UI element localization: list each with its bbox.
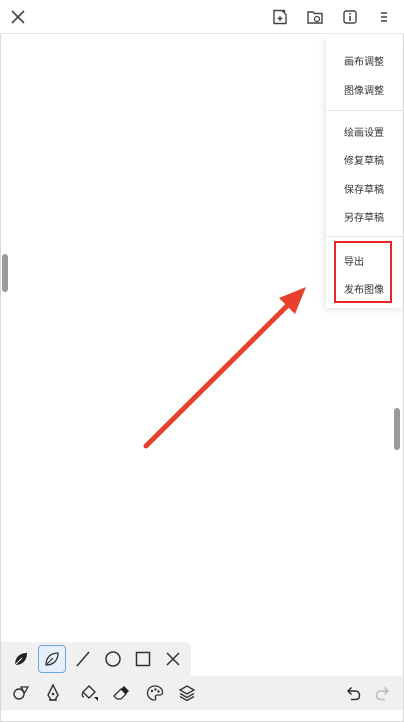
circle-tool-icon [105,651,121,667]
undo-button[interactable] [339,679,367,707]
rectangle-tool[interactable] [129,645,157,673]
circle-tool[interactable] [99,645,127,673]
left-panel-handle[interactable] [2,254,8,292]
redo-icon [375,686,390,701]
leaf-brush-tool[interactable] [7,645,35,673]
new-canvas-icon [273,9,287,25]
leaf-outline-brush-icon [45,652,59,666]
color-palette-tool[interactable] [141,679,169,707]
close-button[interactable] [6,5,30,29]
line-tool[interactable] [69,645,97,673]
eraser-tool[interactable] [107,679,135,707]
clear-x-icon [166,652,180,666]
info-icon [343,10,357,24]
fill-tool[interactable] [75,679,103,707]
layers-tool[interactable] [173,679,201,707]
menu-divider [326,110,404,111]
menu-item-image-adjust[interactable]: 图像调整 [326,75,404,103]
close-icon [11,10,25,24]
menu-item-save-draft[interactable]: 保存草稿 [326,174,404,202]
new-canvas-button[interactable] [268,5,292,29]
more-menu-icon [381,12,387,22]
open-folder-button[interactable] [303,5,327,29]
pen-nib-icon [47,683,59,701]
more-menu-button[interactable] [372,5,396,29]
menu-item-repair-draft[interactable]: 修复草稿 [326,145,404,173]
rectangle-tool-icon [135,651,151,667]
menu-item-canvas-adjust[interactable]: 画布调整 [326,46,404,74]
top-toolbar [0,0,404,34]
redo-button[interactable] [369,679,397,707]
layers-icon [178,685,196,702]
eraser-icon [113,686,129,700]
leaf-outline-brush-tool[interactable] [38,645,66,673]
menu-item-paint-settings[interactable]: 绘画设置 [326,117,404,145]
menu-item-save-draft-as[interactable]: 另存草稿 [326,202,404,230]
main-toolbar [1,676,403,710]
shape-toolbar [1,642,191,676]
undo-icon [346,686,361,701]
shapes-icon [13,686,30,700]
paint-bucket-icon [81,685,98,701]
leaf-brush-icon [14,653,27,666]
pen-tool[interactable] [39,679,67,707]
menu-divider [326,236,404,237]
right-panel-handle[interactable] [394,408,400,450]
open-folder-icon [307,11,323,24]
clear-shape-button[interactable] [159,645,187,673]
line-tool-icon [76,651,90,667]
info-button[interactable] [338,5,362,29]
highlight-box [334,241,392,303]
shapes-tool[interactable] [7,679,35,707]
palette-icon [146,685,164,701]
